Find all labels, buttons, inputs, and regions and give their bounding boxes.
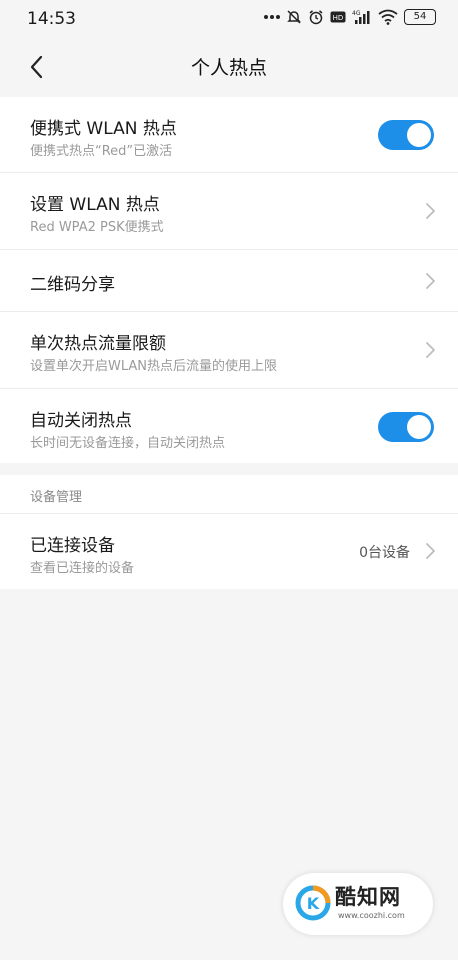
hotspot-settings-card: 便携式 WLAN 热点 便携式热点“Red”已激活 设置 WLAN 热点 Red… [0, 97, 458, 463]
portable-hotspot-title: 便携式 WLAN 热点 [30, 119, 177, 139]
status-icons: HD 4G 54 [264, 9, 436, 25]
portable-hotspot-subtitle: 便携式热点“Red”已激活 [30, 144, 173, 159]
status-bar: 14:53 HD 4G 54 [0, 0, 458, 40]
auto-off-row[interactable]: 自动关闭热点 长时间无设备连接，自动关闭热点 [0, 389, 458, 464]
data-limit-title: 单次热点流量限额 [30, 334, 166, 354]
status-time: 14:53 [27, 9, 76, 29]
auto-off-subtitle: 长时间无设备连接，自动关闭热点 [30, 436, 226, 451]
watermark-url: www.coozhi.com [338, 911, 405, 920]
svg-text:K: K [307, 894, 320, 913]
chevron-right-icon [426, 273, 435, 289]
device-management-header: 设备管理 [30, 490, 83, 505]
device-management-header-row: 设备管理 [0, 475, 458, 514]
coozhi-logo-icon: K [295, 885, 331, 921]
qr-share-row[interactable]: 二维码分享 [0, 250, 458, 312]
data-limit-row[interactable]: 单次热点流量限额 设置单次开启WLAN热点后流量的使用上限 [0, 312, 458, 389]
chevron-right-icon [426, 342, 435, 358]
qr-share-title: 二维码分享 [30, 275, 115, 295]
watermark-badge: K 酷知网 www.coozhi.com [283, 873, 433, 935]
wifi-icon [378, 9, 398, 25]
chevron-right-icon [426, 543, 435, 559]
network-type-label: 4G [352, 10, 361, 17]
auto-off-toggle[interactable] [378, 412, 434, 442]
portable-hotspot-row[interactable]: 便携式 WLAN 热点 便携式热点“Red”已激活 [0, 97, 458, 173]
device-management-card: 设备管理 已连接设备 查看已连接的设备 0台设备 [0, 475, 458, 589]
toggle-knob [407, 123, 431, 147]
battery-icon: 54 [404, 9, 436, 25]
connected-devices-subtitle: 查看已连接的设备 [30, 561, 135, 576]
alarm-icon [308, 9, 324, 25]
more-dots-icon [264, 14, 280, 20]
watermark-name: 酷知网 [335, 885, 401, 909]
svg-text:HD: HD [333, 14, 344, 22]
mute-icon [286, 9, 302, 25]
data-limit-subtitle: 设置单次开启WLAN热点后流量的使用上限 [30, 359, 278, 374]
portable-hotspot-toggle[interactable] [378, 120, 434, 150]
hd-icon: HD [330, 10, 346, 24]
page-header: 个人热点 [0, 40, 458, 97]
page-title: 个人热点 [190, 57, 267, 79]
signal-icon: 4G [352, 9, 372, 25]
auto-off-title: 自动关闭热点 [30, 411, 132, 431]
chevron-right-icon [426, 203, 435, 219]
setup-hotspot-subtitle: Red WPA2 PSK便携式 [30, 220, 164, 235]
setup-hotspot-title: 设置 WLAN 热点 [30, 195, 160, 215]
connected-devices-title: 已连接设备 [30, 536, 115, 556]
setup-hotspot-row[interactable]: 设置 WLAN 热点 Red WPA2 PSK便携式 [0, 173, 458, 250]
connected-devices-count: 0台设备 [359, 545, 410, 561]
connected-devices-row[interactable]: 已连接设备 查看已连接的设备 0台设备 [0, 514, 458, 589]
toggle-knob [407, 415, 431, 439]
